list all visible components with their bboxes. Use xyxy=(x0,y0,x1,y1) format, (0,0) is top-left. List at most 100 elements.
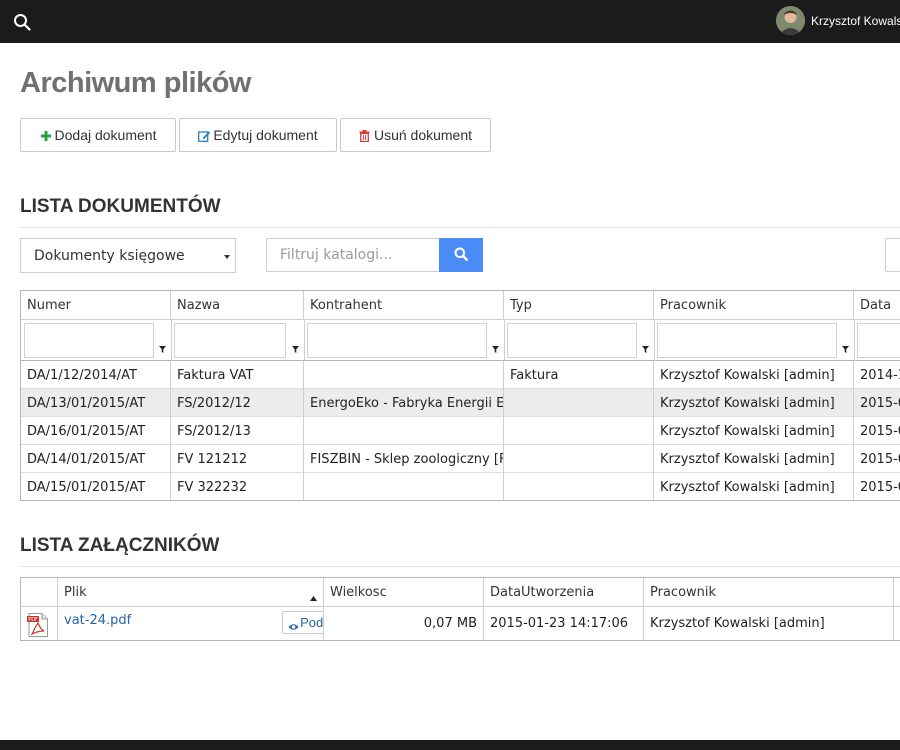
column-header-plik[interactable]: Plik xyxy=(58,578,324,607)
filter-input-data[interactable] xyxy=(857,323,900,358)
column-header-plik-label: Plik xyxy=(64,585,87,600)
divider xyxy=(20,566,900,567)
column-header-pracownik[interactable]: Pracownik xyxy=(654,291,854,320)
attachments-grid-header: Plik Wielkosc DataUtworzenia Pracownik xyxy=(21,578,900,607)
cell-numer: DA/1/12/2014/AT xyxy=(21,361,171,389)
file-link[interactable]: vat-24.pdf xyxy=(64,613,131,628)
search-icon[interactable] xyxy=(13,13,31,31)
cell-kontrahent xyxy=(304,473,504,500)
table-row[interactable]: DA/15/01/2015/AT FV 322232 Krzysztof Kow… xyxy=(21,473,900,500)
catalog-filter-input[interactable] xyxy=(266,238,439,272)
cell-kontrahent: FISZBIN - Sklep zoologiczny [Fis xyxy=(304,445,504,473)
cell-kontrahent xyxy=(304,417,504,445)
cell-typ: Faktura xyxy=(504,361,654,389)
column-header-typ[interactable]: Typ xyxy=(504,291,654,320)
cell-numer: DA/13/01/2015/AT xyxy=(21,389,171,417)
cell-typ xyxy=(504,445,654,473)
filter-icon[interactable] xyxy=(492,338,499,353)
attachments-section-title: LISTA ZAŁĄCZNIKÓW xyxy=(20,535,220,556)
filter-input-typ[interactable] xyxy=(507,323,637,358)
top-navbar: Krzysztof Kowalski xyxy=(0,0,900,43)
user-name[interactable]: Krzysztof Kowalski xyxy=(811,14,900,28)
cell-pracownik: Krzysztof Kowalski [admin] xyxy=(654,417,854,445)
page-title: Archiwum plików xyxy=(20,67,251,99)
column-header-wielkosc[interactable]: Wielkosc xyxy=(324,578,484,607)
cell-datautworzenia: 2015-01-23 14:17:06 xyxy=(484,607,644,640)
cell-numer: DA/16/01/2015/AT xyxy=(21,417,171,445)
cell-nazwa: FV 322232 xyxy=(171,473,304,500)
column-header-datautworzenia[interactable]: DataUtworzenia xyxy=(484,578,644,607)
divider xyxy=(20,227,900,228)
cell-nazwa: FS/2012/12 xyxy=(171,389,304,417)
edit-document-button[interactable]: Edytuj dokument xyxy=(179,118,337,152)
cell-typ xyxy=(504,389,654,417)
cell-nazwa: FS/2012/13 xyxy=(171,417,304,445)
extra-action-button[interactable] xyxy=(885,238,900,272)
sort-asc-icon xyxy=(310,590,317,605)
column-header-nazwa[interactable]: Nazwa xyxy=(171,291,304,320)
cell-numer: DA/15/01/2015/AT xyxy=(21,473,171,500)
filter-input-nazwa[interactable] xyxy=(174,323,286,358)
table-row[interactable]: DA/13/01/2015/AT FS/2012/12 EnergoEko - … xyxy=(21,389,900,417)
column-header-icon xyxy=(21,578,58,607)
caret-down-icon xyxy=(224,255,230,259)
table-row[interactable]: PDF vat-24.pdf Podgląd 0,07 MB 2015-01-2… xyxy=(21,607,900,640)
cell-data: 2015-0 xyxy=(860,423,900,439)
column-header-kontrahent[interactable]: Kontrahent xyxy=(304,291,504,320)
filter-icon[interactable] xyxy=(159,338,166,353)
cell-data: 2015-0 xyxy=(860,479,900,495)
cell-wielkosc: 0,07 MB xyxy=(324,607,484,640)
cell-nazwa: FV 121212 xyxy=(171,445,304,473)
cell-nazwa: Faktura VAT xyxy=(171,361,304,389)
search-icon xyxy=(454,247,469,264)
preview-label: Podgląd xyxy=(300,615,324,630)
filter-input-pracownik[interactable] xyxy=(657,323,837,358)
preview-button[interactable]: Podgląd xyxy=(282,611,324,634)
filter-input-numer[interactable] xyxy=(24,323,154,358)
column-header-pracownik[interactable]: Pracownik xyxy=(644,578,894,607)
filter-icon[interactable] xyxy=(292,338,299,353)
filter-icon[interactable] xyxy=(642,338,649,353)
delete-document-button[interactable]: Usuń dokument xyxy=(340,118,491,152)
filter-input-kontrahent[interactable] xyxy=(307,323,487,358)
cell-pracownik: Krzysztof Kowalski [admin] xyxy=(654,389,854,417)
cell-kontrahent: EnergoEko - Fabryka Energii Eko xyxy=(304,389,504,417)
user-avatar[interactable] xyxy=(776,6,805,35)
cell-kontrahent xyxy=(304,361,504,389)
catalog-select[interactable]: Dokumenty księgowe xyxy=(20,238,236,273)
documents-grid: Numer Nazwa Kontrahent Typ Pracownik Dat… xyxy=(20,290,900,501)
column-header-numer[interactable]: Numer xyxy=(21,291,171,320)
edit-document-label: Edytuj dokument xyxy=(213,127,318,143)
cell-pracownik: Krzysztof Kowalski [admin] xyxy=(654,361,854,389)
trash-icon xyxy=(359,129,371,143)
plus-icon xyxy=(40,129,52,141)
table-row[interactable]: DA/14/01/2015/AT FV 121212 FISZBIN - Skl… xyxy=(21,445,900,473)
footer-bar xyxy=(0,740,900,750)
attachments-grid: Plik Wielkosc DataUtworzenia Pracownik P… xyxy=(20,577,900,641)
documents-grid-header: Numer Nazwa Kontrahent Typ Pracownik Dat… xyxy=(21,291,900,320)
cell-file-icon: PDF xyxy=(21,607,58,640)
cell-pracownik: Krzysztof Kowalski [admin] xyxy=(654,445,854,473)
documents-section-title: LISTA DOKUMENTÓW xyxy=(20,196,221,217)
table-row[interactable]: DA/1/12/2014/AT Faktura VAT Faktura Krzy… xyxy=(21,361,900,389)
svg-text:PDF: PDF xyxy=(28,617,38,623)
column-header-data[interactable]: Data xyxy=(854,291,900,320)
filter-row xyxy=(21,320,900,361)
add-document-label: Dodaj dokument xyxy=(54,127,157,143)
delete-document-label: Usuń dokument xyxy=(373,127,473,143)
cell-plik: vat-24.pdf Podgląd xyxy=(58,607,324,640)
catalog-select-value: Dokumenty księgowe xyxy=(34,247,185,264)
edit-icon xyxy=(198,129,211,142)
cell-numer: DA/14/01/2015/AT xyxy=(21,445,171,473)
cell-pracownik: Krzysztof Kowalski [admin] xyxy=(644,607,894,640)
catalog-search-button[interactable] xyxy=(439,238,483,272)
cell-data: 2015-0 xyxy=(860,451,900,467)
cell-pracownik: Krzysztof Kowalski [admin] xyxy=(654,473,854,500)
cell-typ xyxy=(504,417,654,445)
eye-icon xyxy=(288,619,299,630)
cell-data: 2015-0 xyxy=(860,395,900,411)
table-row[interactable]: DA/16/01/2015/AT FS/2012/13 Krzysztof Ko… xyxy=(21,417,900,445)
pdf-file-icon: PDF xyxy=(27,613,49,637)
add-document-button[interactable]: Dodaj dokument xyxy=(20,118,176,152)
filter-icon[interactable] xyxy=(842,338,849,353)
